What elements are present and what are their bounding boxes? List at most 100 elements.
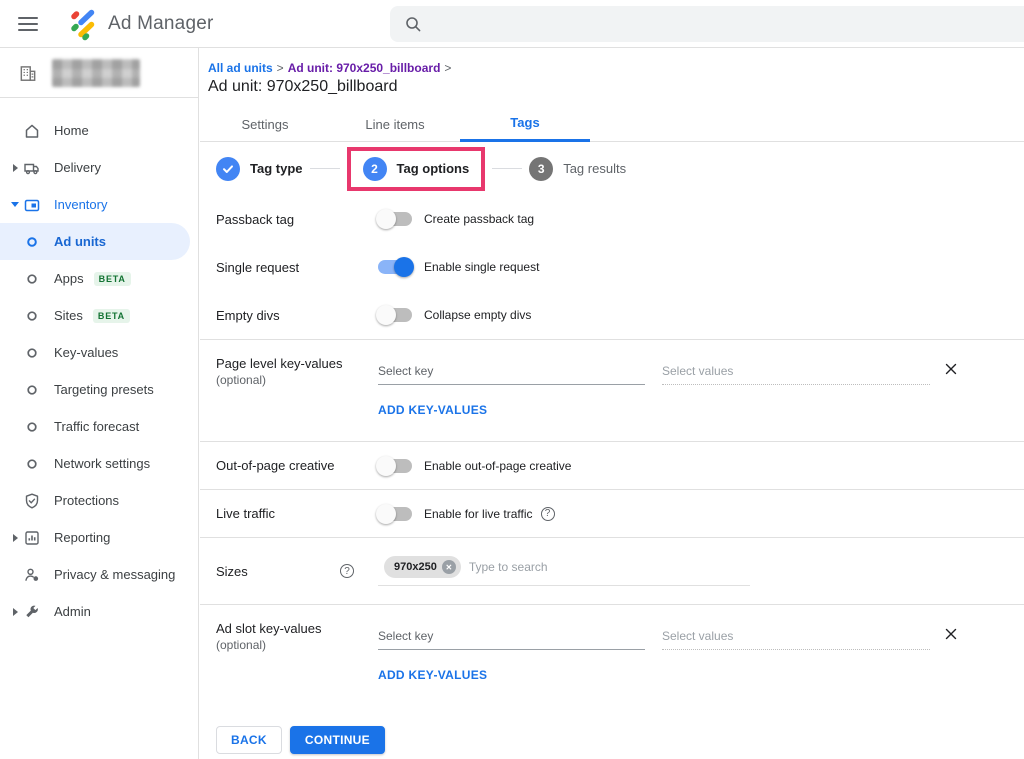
sidebar-item-targeting-presets[interactable]: Targeting presets xyxy=(0,371,198,408)
single-request-toggle[interactable] xyxy=(378,260,412,274)
radio-circle-icon xyxy=(22,381,42,399)
app-title: Ad Manager xyxy=(108,13,214,35)
single-request-row: Single request Enable single request xyxy=(200,243,1024,291)
sidebar-item-ad-units[interactable]: Ad units xyxy=(0,223,190,260)
passback-tag-label: Passback tag xyxy=(216,212,378,227)
add-key-values-button[interactable]: ADD KEY-VALUES xyxy=(378,403,487,417)
sizes-label: Sizes xyxy=(216,564,248,579)
radio-circle-icon xyxy=(22,344,42,362)
empty-divs-toggle[interactable] xyxy=(378,308,412,322)
tab-settings[interactable]: Settings xyxy=(200,106,330,142)
account-switcher[interactable] xyxy=(0,48,198,98)
empty-divs-row: Empty divs Collapse empty divs xyxy=(200,291,1024,339)
sidebar-item-protections[interactable]: Protections xyxy=(0,482,198,519)
breadcrumb-all-ad-units[interactable]: All ad units xyxy=(208,61,273,75)
ad-slot-key-values-label: Ad slot key-values (optional) xyxy=(216,621,378,652)
live-traffic-toggle-label: Enable for live traffic xyxy=(424,507,533,521)
sidebar-item-key-values[interactable]: Key-values xyxy=(0,334,198,371)
chip-remove-icon[interactable]: ✕ xyxy=(442,560,456,574)
search-icon xyxy=(404,15,422,33)
page-key-values-label: Page level key-values (optional) xyxy=(216,356,378,387)
inventory-icon xyxy=(22,196,42,214)
radio-circle-icon xyxy=(22,307,42,325)
tab-tags[interactable]: Tags xyxy=(460,106,590,142)
building-icon xyxy=(18,63,38,83)
breadcrumb: All ad units>Ad unit: 970x250_billboard> xyxy=(208,61,1024,75)
slot-select-key-input[interactable] xyxy=(378,625,645,650)
single-request-toggle-label: Enable single request xyxy=(424,260,539,274)
annotation-highlight-box: 2 Tag options xyxy=(347,147,486,191)
size-chip: 970x250 ✕ xyxy=(384,556,461,578)
out-of-page-toggle[interactable] xyxy=(378,459,412,473)
chevron-right-icon xyxy=(8,164,22,172)
sidebar-item-reporting[interactable]: Reporting xyxy=(0,519,198,556)
remove-key-value-icon[interactable] xyxy=(944,627,958,641)
help-icon[interactable]: ? xyxy=(541,507,555,521)
sidebar-item-privacy-messaging[interactable]: Privacy & messaging xyxy=(0,556,198,593)
passback-toggle-label: Create passback tag xyxy=(424,212,534,226)
step-tag-type[interactable]: Tag type xyxy=(216,157,303,181)
sizes-row: Sizes ? 970x250 ✕ xyxy=(200,537,1024,604)
page-level-key-values-section: Page level key-values (optional) ADD KEY… xyxy=(200,339,1024,441)
ad-manager-logo-icon xyxy=(66,7,100,41)
step-connector xyxy=(310,168,340,169)
optional-label: (optional) xyxy=(216,638,378,652)
breadcrumb-separator: > xyxy=(444,61,451,75)
live-traffic-row: Live traffic Enable for live traffic ? xyxy=(200,489,1024,537)
radio-circle-icon xyxy=(22,270,42,288)
back-button[interactable]: BACK xyxy=(216,726,282,754)
live-traffic-label: Live traffic xyxy=(216,506,378,521)
passback-tag-toggle[interactable] xyxy=(378,212,412,226)
sidebar-item-delivery[interactable]: Delivery xyxy=(0,149,198,186)
sidebar-item-sites[interactable]: Sites BETA xyxy=(0,297,198,334)
sidebar-item-admin[interactable]: Admin xyxy=(0,593,198,630)
step-connector xyxy=(492,168,522,169)
chevron-right-icon xyxy=(8,534,22,542)
shield-check-icon xyxy=(22,492,42,510)
out-of-page-toggle-label: Enable out-of-page creative xyxy=(424,459,571,473)
out-of-page-row: Out-of-page creative Enable out-of-page … xyxy=(200,441,1024,489)
top-app-bar: Ad Manager xyxy=(0,0,1024,48)
slot-select-values-input[interactable] xyxy=(662,625,930,650)
sidebar-item-home[interactable]: Home xyxy=(0,112,198,149)
tab-bar: Settings Line items Tags xyxy=(200,106,1024,142)
live-traffic-toggle[interactable] xyxy=(378,507,412,521)
passback-tag-row: Passback tag Create passback tag xyxy=(200,195,1024,243)
radio-circle-icon xyxy=(22,233,42,251)
global-search-input[interactable] xyxy=(432,16,1024,32)
truck-icon xyxy=(22,159,42,177)
breadcrumb-ad-unit[interactable]: Ad unit: 970x250_billboard xyxy=(288,61,441,75)
chevron-right-icon xyxy=(8,608,22,616)
step-number-2: 2 xyxy=(363,157,387,181)
chevron-down-icon xyxy=(8,202,22,207)
add-key-values-button[interactable]: ADD KEY-VALUES xyxy=(378,668,487,682)
ad-slot-key-values-section: Ad slot key-values (optional) ADD KEY-VA… xyxy=(200,604,1024,706)
breadcrumb-separator: > xyxy=(277,61,284,75)
global-search-bar[interactable] xyxy=(390,6,1024,42)
radio-circle-icon xyxy=(22,418,42,436)
empty-divs-toggle-label: Collapse empty divs xyxy=(424,308,531,322)
sidebar: Home Delivery Inventory Ad units xyxy=(0,48,199,759)
person-badge-icon xyxy=(22,566,42,584)
sizes-input-field[interactable]: 970x250 ✕ xyxy=(378,556,750,586)
single-request-label: Single request xyxy=(216,260,378,275)
sidebar-item-network-settings[interactable]: Network settings xyxy=(0,445,198,482)
continue-button[interactable]: CONTINUE xyxy=(290,726,385,754)
main-content: All ad units>Ad unit: 970x250_billboard>… xyxy=(200,48,1024,759)
step-number-3: 3 xyxy=(529,157,553,181)
remove-key-value-icon[interactable] xyxy=(944,362,958,376)
sidebar-item-traffic-forecast[interactable]: Traffic forecast xyxy=(0,408,198,445)
wrench-icon xyxy=(22,603,42,621)
sidebar-item-apps[interactable]: Apps BETA xyxy=(0,260,198,297)
beta-badge: BETA xyxy=(94,272,131,286)
page-select-key-input[interactable] xyxy=(378,360,645,385)
sidebar-item-inventory[interactable]: Inventory xyxy=(0,186,198,223)
form-actions: BACK CONTINUE xyxy=(216,726,1024,754)
menu-icon[interactable] xyxy=(18,17,38,31)
sizes-search-input[interactable] xyxy=(469,560,750,574)
help-icon[interactable]: ? xyxy=(340,564,354,578)
step-tag-results[interactable]: 3 Tag results xyxy=(529,157,626,181)
tab-line-items[interactable]: Line items xyxy=(330,106,460,142)
page-select-values-input[interactable] xyxy=(662,360,930,385)
step-tag-options[interactable]: 2 Tag options xyxy=(363,157,470,181)
